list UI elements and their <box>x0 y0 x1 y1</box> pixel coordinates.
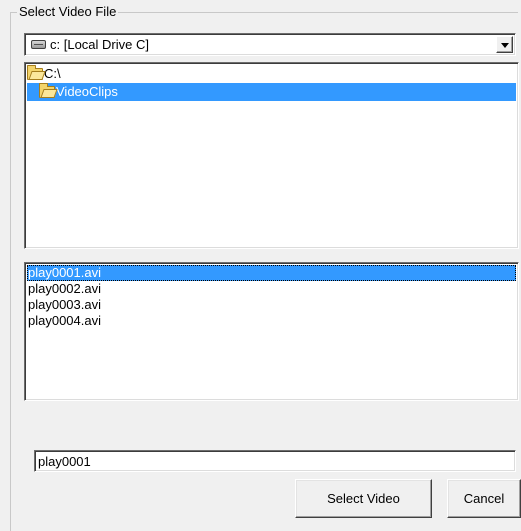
chevron-down-icon <box>500 42 509 48</box>
file-item[interactable]: play0003.avi <box>27 297 516 313</box>
file-item[interactable]: play0001.avi <box>27 265 516 281</box>
drive-label: c: [Local Drive C] <box>50 37 149 52</box>
select-video-button[interactable]: Select Video <box>295 479 432 518</box>
open-folder-icon <box>39 83 55 98</box>
open-folder-icon <box>27 65 43 80</box>
drive-dropdown-button[interactable] <box>496 36 513 53</box>
file-list[interactable]: play0001.avi play0002.avi play0003.avi p… <box>24 262 519 401</box>
filename-input[interactable] <box>34 450 516 472</box>
folder-item-videoclips[interactable]: VideoClips <box>27 83 516 101</box>
drive-selector-value: c: [Local Drive C] <box>31 36 149 53</box>
file-item[interactable]: play0004.avi <box>27 313 516 329</box>
folder-label: C:\ <box>44 66 61 81</box>
select-video-dialog: Select Video File c: [Local Drive C] C:\… <box>0 0 521 531</box>
folder-label: VideoClips <box>56 84 118 99</box>
group-title: Select Video File <box>17 4 119 20</box>
folder-list[interactable]: C:\ VideoClips <box>24 62 519 249</box>
hard-drive-icon <box>31 40 46 49</box>
file-item[interactable]: play0002.avi <box>27 281 516 297</box>
folder-item-root[interactable]: C:\ <box>27 65 516 83</box>
cancel-button[interactable]: Cancel <box>447 479 521 518</box>
drive-selector[interactable]: c: [Local Drive C] <box>24 33 516 56</box>
